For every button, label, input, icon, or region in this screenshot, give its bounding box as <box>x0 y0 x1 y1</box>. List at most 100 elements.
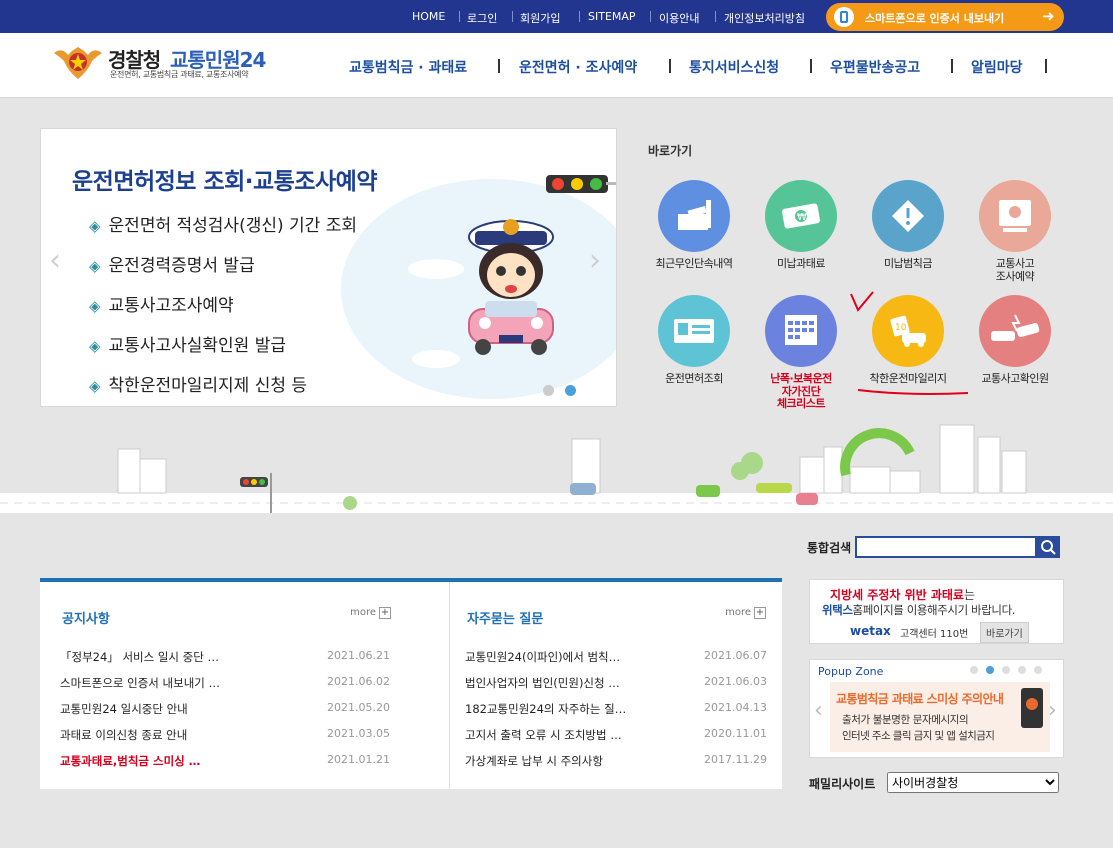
list-item[interactable]: 가상계좌로 납부 시 주의사항 2017.11.29 <box>465 753 767 773</box>
list-item[interactable]: 「정부24」 서비스 일시 중단 … 2021.06.21 <box>60 649 390 669</box>
nav-returned-mail[interactable]: 우편물반송공고 <box>830 57 920 77</box>
quick-license-lookup[interactable]: 운전면허조회 <box>646 295 742 386</box>
main-banner-slider: 운전면허정보 조회·교통조사예약 ◈ 운전면허 적성검사(갱신) 기간 조회 ◈ 운… <box>40 128 617 407</box>
faq-item-date: 2021.04.13 <box>704 701 767 714</box>
notice-more-button[interactable]: more + <box>350 607 391 620</box>
police-emblem-icon[interactable] <box>52 45 104 81</box>
family-site-label: 패밀리사이트 <box>809 777 876 791</box>
nav-divider <box>1045 59 1047 73</box>
nav-divider <box>669 59 671 73</box>
notice-item-title: 교통민원24 일시중단 안내 <box>60 702 188 716</box>
wetax-line2: 위택스홈페이지를 이용해주시기 바랍니다. <box>822 602 1015 618</box>
banner-item-text: 교통사고조사예약 <box>108 296 234 316</box>
list-item[interactable]: 교통민원24 일시중단 안내 2021.05.20 <box>60 701 390 721</box>
wetax-text: 홈페이지를 이용해주시기 바랍니다. <box>852 603 1016 617</box>
list-item[interactable]: 182교통민원24의 자주하는 질… 2021.04.13 <box>465 701 767 721</box>
wetax-highlight: 지방세 주정차 위반 과태료 <box>830 588 964 602</box>
export-certificate-label: 스마트폰으로 인증서 내보내기 <box>865 12 1005 25</box>
nav-notice-board[interactable]: 알림마당 <box>971 57 1023 77</box>
faq-more-button[interactable]: more + <box>725 607 766 620</box>
popup-dot[interactable] <box>1018 666 1026 674</box>
guide-link[interactable]: 이용안내 <box>659 10 699 26</box>
nav-fines[interactable]: 교통범칙금 · 과태료 <box>349 57 467 77</box>
slider-dot[interactable] <box>543 385 554 396</box>
quick-recent-enforcement[interactable]: 최근무인단속내역 <box>646 180 742 271</box>
quick-item-label: 난폭·보복운전 자가진단 체크리스트 <box>770 372 832 411</box>
faq-item-date: 2020.11.01 <box>704 727 767 740</box>
notice-item-title: 「정부24」 서비스 일시 중단 … <box>60 650 219 664</box>
popup-smishing-banner[interactable]: 교통범칙금 과태료 스미싱 주의안내 출처가 불분명한 문자메시지의 인터넷 주… <box>830 682 1050 752</box>
smartphone-icon <box>834 7 854 27</box>
faq-item-title: 교통민원24(이파인)에서 범칙… <box>465 650 621 664</box>
list-item[interactable]: 고지서 출력 오류 시 조치방법 … 2020.11.01 <box>465 727 767 747</box>
list-item[interactable]: 법인사업자의 법인(민원)신청 … 2021.06.03 <box>465 675 767 695</box>
list-item[interactable]: 교통민원24(이파인)에서 범칙… 2021.06.07 <box>465 649 767 669</box>
popup-dot[interactable] <box>1034 666 1042 674</box>
quick-accident-reservation[interactable]: 교통사고 조사예약 <box>967 180 1063 283</box>
wetax-banner[interactable]: 지방세 주정차 위반 과태료는 위택스홈페이지를 이용해주시기 바랍니다. we… <box>809 579 1064 644</box>
nav-notification[interactable]: 통지서비스신청 <box>689 57 779 77</box>
slider-prev-icon[interactable]: ‹ <box>49 243 61 278</box>
wetax-go-button[interactable]: 바로가기 <box>980 622 1029 643</box>
popup-dot-active[interactable] <box>986 666 994 674</box>
computer-icon <box>979 180 1051 252</box>
list-item[interactable]: 과태료 이의신청 종료 안내 2021.03.05 <box>60 727 390 747</box>
search-label: 통합검색 <box>807 541 852 555</box>
notice-item-date: 2021.06.21 <box>327 649 390 662</box>
divider <box>579 11 580 22</box>
popup-dot[interactable] <box>1002 666 1010 674</box>
notice-item-title: 교통과태료,범칙금 스미싱 … <box>60 754 201 768</box>
nav-license[interactable]: 운전면허 · 조사예약 <box>519 57 637 77</box>
banner-item: ◈ 운전경력증명서 발급 <box>89 251 255 276</box>
site-header: 경찰청 교통민원24 운전면허, 교통범칙금 과태료, 교통조사예약 교통범칙금… <box>0 33 1113 98</box>
faq-section: 자주묻는 질문 more + 교통민원24(이파인)에서 범칙… 2021.06.0… <box>449 582 782 789</box>
quick-item-label: 미납범칙금 <box>883 257 933 270</box>
list-item[interactable]: 교통과태료,범칙금 스미싱 … 2021.01.21 <box>60 753 390 773</box>
slider-dot-active[interactable] <box>565 385 576 396</box>
banner-item-text: 착한운전마일리지제 신청 등 <box>108 376 308 396</box>
banner-title: 운전면허정보 조회·교통조사예약 <box>72 169 378 195</box>
faq-item-date: 2021.06.07 <box>704 649 767 662</box>
popup-prev-icon[interactable]: ‹ <box>814 698 823 723</box>
export-certificate-button[interactable]: 스마트폰으로 인증서 내보내기 ➜ <box>826 3 1064 31</box>
notice-item-date: 2021.05.20 <box>327 701 390 714</box>
search-icon <box>1041 540 1056 555</box>
svg-text:₩: ₩ <box>797 212 807 223</box>
faq-title[interactable]: 자주묻는 질문 <box>467 608 543 627</box>
notice-title[interactable]: 공지사항 <box>62 608 110 627</box>
signup-link[interactable]: 회원가입 <box>520 10 560 26</box>
wetax-logo: wetax <box>850 624 891 638</box>
notice-item-date: 2021.06.02 <box>327 675 390 688</box>
popup-zone-title: Popup Zone <box>818 665 884 678</box>
city-road-illustration <box>0 424 1113 513</box>
faq-item-title: 법인사업자의 법인(민원)신청 … <box>465 676 620 690</box>
plus-icon: + <box>379 607 391 619</box>
family-site-select[interactable]: 사이버경찰청 <box>887 772 1059 793</box>
search-input[interactable] <box>855 536 1037 558</box>
wetax-site-name: 위택스 <box>822 603 853 617</box>
slider-next-icon[interactable]: › <box>589 243 601 278</box>
logo-subtitle: 운전면허, 교통범칙금 과태료, 교통조사예약 <box>110 70 249 79</box>
more-label: more <box>725 607 751 618</box>
handwritten-checkmark-icon <box>850 291 969 395</box>
list-item[interactable]: 스마트폰으로 인증서 내보내기 … 2021.06.02 <box>60 675 390 695</box>
quick-accident-certificate[interactable]: 교통사고확인원 <box>967 295 1063 386</box>
banner-item-text: 운전면허 적성검사(갱신) 기간 조회 <box>108 216 357 236</box>
login-link[interactable]: 로그인 <box>467 10 497 26</box>
home-link[interactable]: HOME <box>412 10 445 23</box>
notice-item-title: 스마트폰으로 인증서 내보내기 … <box>60 676 221 690</box>
divider <box>650 11 651 22</box>
quick-item-label: 미납과태료 <box>776 257 826 270</box>
search-button[interactable] <box>1037 536 1060 558</box>
nav-divider <box>951 59 953 73</box>
privacy-link[interactable]: 개인정보처리방침 <box>724 10 805 26</box>
quick-reckless-driving-checklist[interactable]: 난폭·보복운전 자가진단 체크리스트 <box>753 295 849 411</box>
wetax-text: 는 <box>963 588 976 602</box>
quick-unpaid-penalty[interactable]: 미납범칙금 <box>860 180 956 271</box>
popup-dot[interactable] <box>970 666 978 674</box>
banner-item: ◈ 교통사고조사예약 <box>89 291 234 316</box>
sitemap-link[interactable]: SITEMAP <box>588 10 636 23</box>
quick-unpaid-fines[interactable]: ₩ 미납과태료 <box>753 180 849 271</box>
crash-icon <box>979 295 1051 367</box>
wetax-call-center: 고객센터 110번 <box>900 629 969 640</box>
